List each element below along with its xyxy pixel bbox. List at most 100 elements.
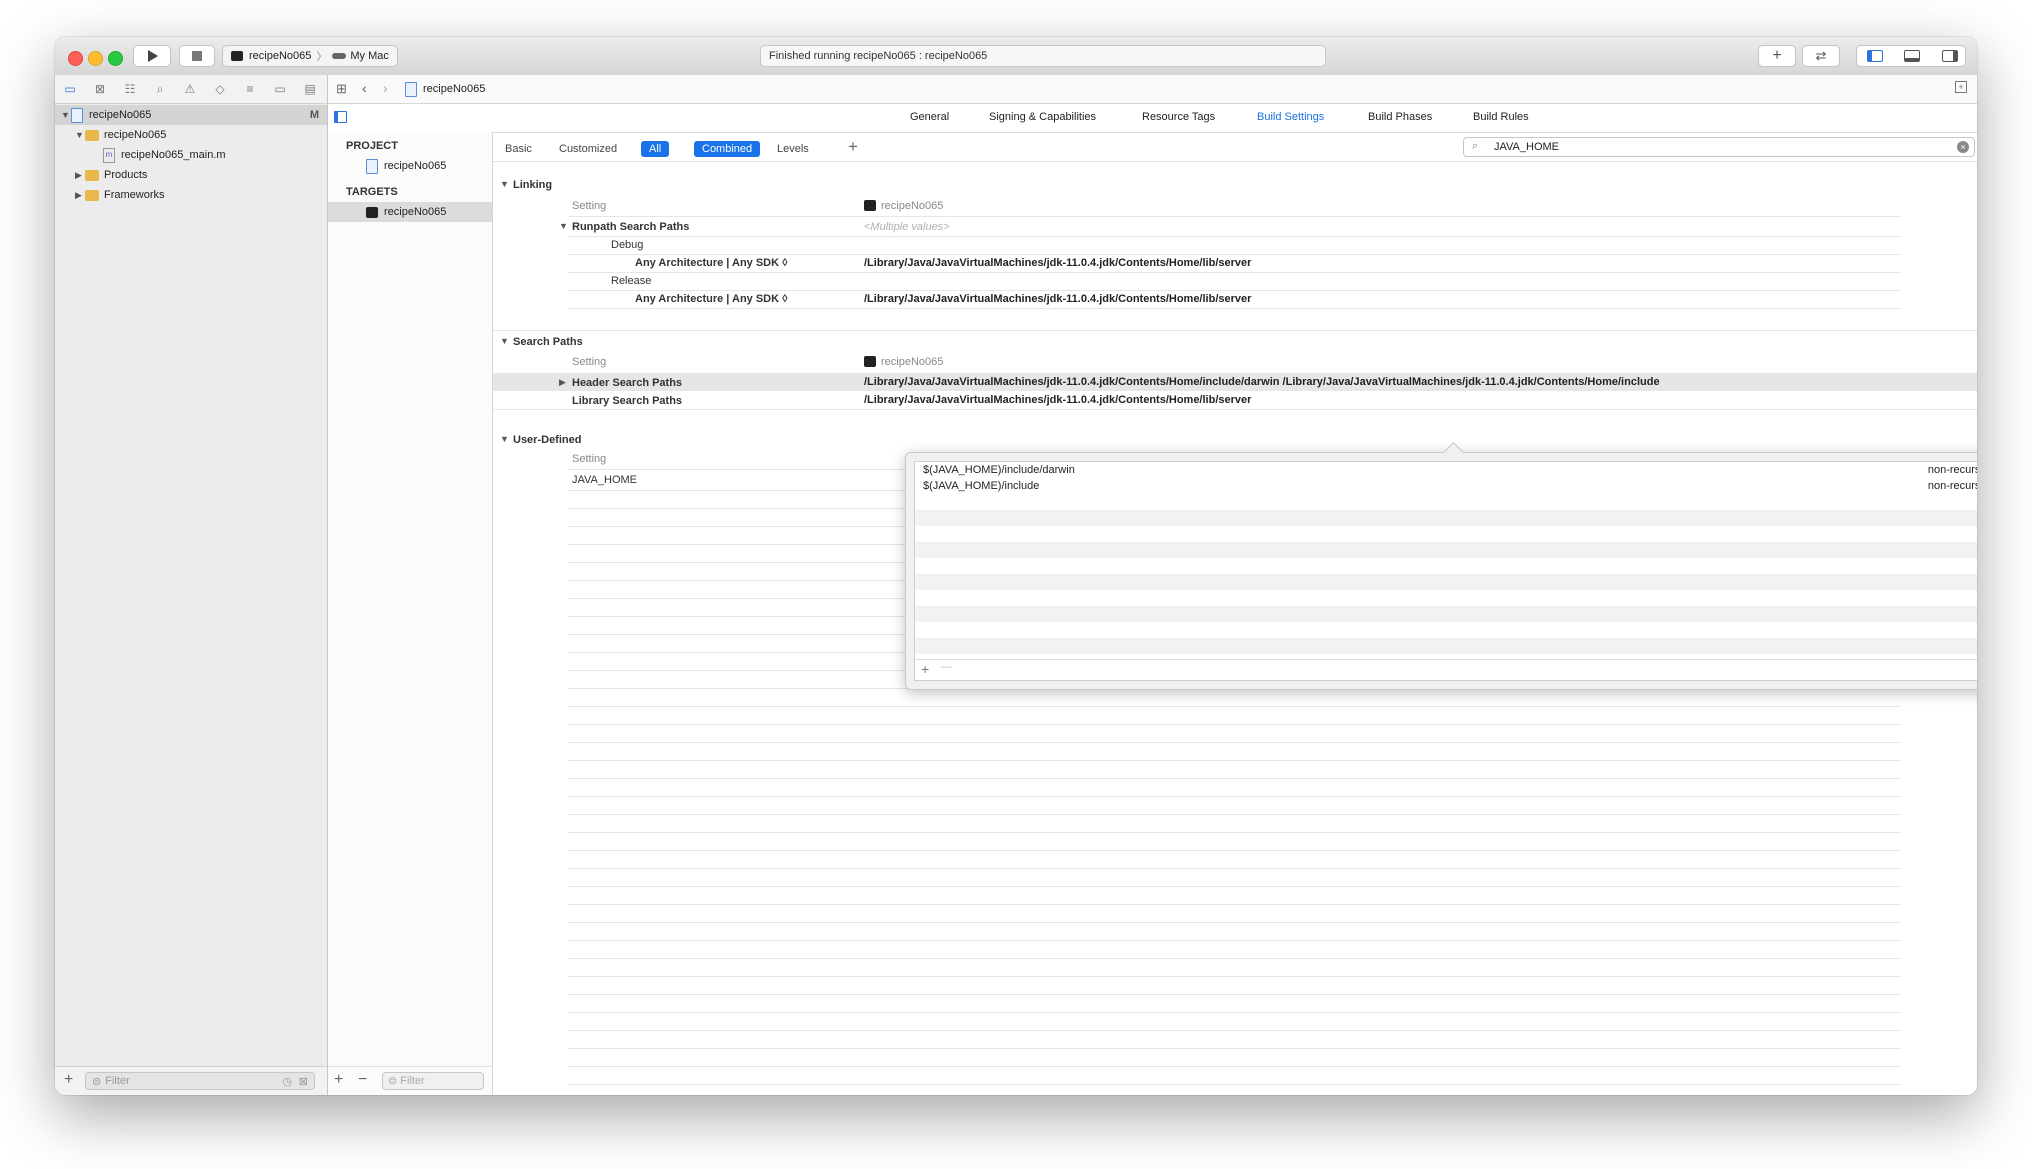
add-path-button[interactable]: + — [921, 661, 929, 677]
breakpoint-navigator-icon[interactable]: ▭ — [272, 81, 288, 97]
release-arch-selector[interactable]: Any Architecture | Any SDK ◊ — [635, 293, 788, 305]
targets-filter-input[interactable]: ⊜ Filter — [382, 1072, 484, 1090]
debug-arch-selector[interactable]: Any Architecture | Any SDK ◊ — [635, 257, 788, 269]
mac-icon — [332, 53, 347, 59]
show-targets-toggle-icon[interactable] — [334, 111, 347, 123]
disclosure-closed-icon[interactable]: ▶ — [75, 170, 85, 181]
library-search-paths-label[interactable]: Library Search Paths — [572, 395, 682, 407]
targets-footer: + − ⊜ Filter — [328, 1066, 492, 1095]
close-window-button[interactable] — [68, 51, 83, 66]
disclosure-open-icon[interactable]: ▼ — [61, 110, 71, 120]
settings-search-input[interactable]: ⌕ JAVA_HOME × — [1463, 137, 1975, 157]
zoom-window-button[interactable] — [108, 51, 123, 66]
tree-item-frameworks[interactable]: ▶ Frameworks — [55, 185, 327, 205]
clear-search-icon[interactable]: × — [1957, 141, 1969, 153]
add-target-button[interactable]: + — [334, 1071, 343, 1089]
divider — [568, 254, 1901, 255]
tree-item-folder[interactable]: ▼ recipeNo065 — [55, 125, 327, 145]
all-filter-button[interactable]: All — [641, 141, 670, 157]
divider — [568, 868, 1901, 869]
tab-build-phases[interactable]: Build Phases — [1368, 111, 1432, 123]
release-runpath-value[interactable]: /Library/Java/JavaVirtualMachines/jdk-11… — [864, 293, 1251, 305]
recent-files-icon[interactable]: ◷ — [282, 1075, 292, 1088]
symbol-navigator-icon[interactable]: ☷ — [122, 81, 138, 97]
divider — [568, 308, 1901, 309]
target-item[interactable]: recipeNo065 — [328, 202, 492, 222]
search-path-row[interactable]: $(JAVA_HOME)/include non-recursive ◊ — [915, 478, 1977, 494]
empty-row — [915, 638, 1977, 654]
disclosure-open-icon[interactable]: ▼ — [500, 179, 509, 189]
navigator-toggle-icon[interactable] — [1867, 50, 1883, 62]
back-arrow-icon[interactable]: ‹ — [362, 80, 367, 96]
run-button[interactable] — [133, 45, 171, 67]
report-navigator-icon[interactable]: ▤ — [302, 81, 318, 97]
minimize-window-button[interactable] — [88, 51, 103, 66]
tab-general[interactable]: General — [910, 111, 949, 123]
customized-filter-button[interactable]: Customized — [551, 141, 625, 157]
recursion-selector[interactable]: non-recursive ◊ — [1928, 464, 1977, 476]
java-home-setting-label[interactable]: JAVA_HOME — [572, 474, 637, 486]
remove-path-button[interactable]: — — [941, 661, 952, 673]
add-file-button[interactable]: + — [64, 1071, 73, 1089]
library-search-paths-value[interactable]: /Library/Java/JavaVirtualMachines/jdk-11… — [864, 394, 1251, 406]
basic-filter-button[interactable]: Basic — [497, 141, 540, 157]
code-review-button[interactable]: ⇄ — [1802, 45, 1840, 67]
divider — [568, 1030, 1901, 1031]
combined-view-button[interactable]: Combined — [694, 141, 761, 157]
debug-navigator-icon[interactable]: ≡ — [242, 81, 258, 97]
library-add-button[interactable]: + — [1758, 45, 1796, 67]
runpath-multiple-values[interactable]: <Multiple values> — [864, 221, 950, 233]
search-icon: ⌕ — [1472, 140, 1479, 152]
project-item[interactable]: recipeNo065 — [328, 156, 492, 176]
test-navigator-icon[interactable]: ◇ — [212, 81, 228, 97]
find-navigator-icon[interactable]: ⌕ — [152, 81, 168, 97]
tab-build-settings[interactable]: Build Settings — [1257, 111, 1324, 123]
search-path-row[interactable]: $(JAVA_HOME)/include/darwin non-recursiv… — [915, 462, 1977, 478]
disclosure-open-icon[interactable]: ▼ — [500, 336, 509, 346]
inspector-toggle-icon[interactable] — [1942, 50, 1958, 62]
search-path-list: $(JAVA_HOME)/include/darwin non-recursiv… — [914, 461, 1977, 681]
tab-signing-capabilities[interactable]: Signing & Capabilities — [989, 111, 1096, 123]
source-control-icon[interactable]: ⊠ — [92, 81, 108, 97]
terminal-app-icon — [231, 51, 243, 61]
section-title-user-defined: User-Defined — [513, 434, 582, 446]
divider — [568, 1048, 1901, 1049]
search-path-value[interactable]: $(JAVA_HOME)/include — [923, 480, 1039, 492]
tree-item-file[interactable]: m recipeNo065_main.m — [55, 145, 327, 165]
stop-button[interactable] — [179, 45, 215, 67]
source-control-filter-icon[interactable]: ⊠ — [299, 1075, 308, 1088]
debug-area-toggle-icon[interactable] — [1904, 50, 1920, 62]
add-setting-button[interactable]: + — [848, 137, 858, 157]
terminal-app-icon — [864, 356, 876, 367]
issue-navigator-icon[interactable]: ⚠ — [182, 81, 198, 97]
divider — [568, 216, 1901, 217]
add-editor-icon[interactable]: + — [1955, 81, 1967, 93]
debug-runpath-value[interactable]: /Library/Java/JavaVirtualMachines/jdk-11… — [864, 257, 1251, 269]
breadcrumb[interactable]: recipeNo065 — [423, 83, 485, 95]
disclosure-open-icon[interactable]: ▼ — [75, 130, 85, 140]
tab-resource-tags[interactable]: Resource Tags — [1142, 111, 1215, 123]
tab-build-rules[interactable]: Build Rules — [1473, 111, 1529, 123]
related-items-icon[interactable]: ⊞ — [336, 81, 347, 97]
header-search-paths-label[interactable]: Header Search Paths — [572, 377, 682, 389]
recursion-selector[interactable]: non-recursive ◊ — [1928, 480, 1977, 492]
levels-view-button[interactable]: Levels — [769, 141, 817, 157]
status-text: Finished running recipeNo065 : recipeNo0… — [769, 50, 988, 62]
project-header: PROJECT — [346, 140, 398, 152]
remove-target-button[interactable]: − — [358, 1071, 367, 1089]
folder-navigator-icon[interactable]: ▭ — [62, 81, 78, 97]
tree-item-project[interactable]: ▼ recipeNo065 M — [55, 105, 327, 125]
scheme-selector[interactable]: recipeNo065 〉 My Mac — [222, 45, 398, 67]
divider — [568, 994, 1901, 995]
target-column-header: recipeNo065 — [881, 200, 944, 212]
navigator-filter-input[interactable]: ⊜ Filter ◷ ⊠ — [85, 1072, 315, 1090]
disclosure-closed-icon[interactable]: ▶ — [75, 190, 85, 201]
divider — [568, 886, 1901, 887]
forward-arrow-icon[interactable]: › — [383, 80, 388, 96]
search-path-value[interactable]: $(JAVA_HOME)/include/darwin — [923, 464, 1075, 476]
disclosure-closed-icon[interactable]: ▶ — [559, 377, 566, 388]
header-search-paths-value[interactable]: /Library/Java/JavaVirtualMachines/jdk-11… — [864, 376, 1660, 388]
tree-item-products[interactable]: ▶ Products — [55, 165, 327, 185]
disclosure-open-icon[interactable]: ▼ — [500, 434, 509, 444]
disclosure-open-icon[interactable]: ▼ — [559, 221, 568, 231]
